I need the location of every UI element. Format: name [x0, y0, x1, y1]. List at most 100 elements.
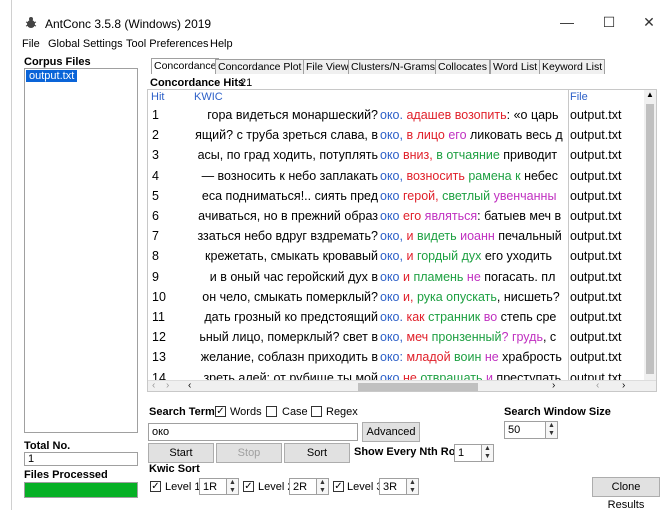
- kwic-right-context: око герой, светлый увенчанны: [380, 185, 566, 207]
- tab-clusters-ngrams[interactable]: Clusters/N-Grams: [348, 59, 439, 74]
- minimize-button[interactable]: —: [552, 12, 582, 32]
- vertical-scrollbar[interactable]: ▲: [644, 90, 656, 380]
- keyword-hit[interactable]: око,: [380, 169, 403, 183]
- scroll-left-icon[interactable]: ‹: [152, 380, 155, 391]
- keyword-hit[interactable]: око: [380, 290, 400, 304]
- file-name-cell: output.txt: [570, 350, 622, 365]
- context-segment: воин: [450, 350, 482, 365]
- table-row[interactable]: 11 дать грозный ко предстоящий око. как ст…: [148, 306, 646, 328]
- keyword-hit[interactable]: око,: [380, 229, 403, 243]
- kwic-right-context: око его являться: батыев меч в: [380, 205, 566, 227]
- concordance-table[interactable]: Hit KWIC File 1 гора видеться монаршеский…: [147, 89, 657, 392]
- keyword-hit[interactable]: око,: [380, 330, 403, 344]
- horizontal-scrollbar[interactable]: ‹ › ‹ › ‹ ›: [148, 380, 656, 391]
- search-window-size-value: 50: [508, 424, 521, 436]
- kwic-scroll-left-icon[interactable]: ‹: [188, 380, 191, 391]
- corpus-file-list[interactable]: output.txt: [24, 68, 138, 433]
- search-window-size-input[interactable]: 50 ▲ ▼: [504, 421, 558, 439]
- kwic-right-context: око и пламень не погасать. пл: [380, 266, 566, 288]
- keyword-hit[interactable]: око.: [380, 310, 403, 324]
- maximize-button[interactable]: ☐: [594, 12, 624, 32]
- keyword-hit[interactable]: око: [380, 189, 400, 203]
- corpus-file-item[interactable]: output.txt: [26, 70, 78, 82]
- table-row[interactable]: 1 гора видеться монаршеский? око. адашев в…: [148, 104, 646, 126]
- level-2-value: 2R: [293, 481, 308, 493]
- menu-help[interactable]: Help: [210, 38, 233, 50]
- column-header-kwic[interactable]: KWIC: [194, 91, 223, 103]
- case-checkbox[interactable]: [266, 406, 277, 417]
- table-row[interactable]: 3 асы, по град ходить, потуплять око вниз,…: [148, 144, 646, 166]
- total-no-value: 1: [24, 452, 138, 466]
- table-row[interactable]: 12 ьный лицо, померклый? свет в око, меч п…: [148, 326, 646, 348]
- search-term-input[interactable]: око: [148, 423, 358, 441]
- level-1-value: 1R: [203, 481, 218, 493]
- horizontal-scroll-thumb[interactable]: [358, 383, 478, 391]
- close-button[interactable]: ✕: [634, 12, 664, 32]
- kwic-right-context: око, и видеть иоанн печальный: [380, 225, 566, 247]
- tab-concordance-plot[interactable]: Concordance Plot: [215, 59, 305, 74]
- left-context-text: ьный лицо, померклый? свет в: [199, 330, 378, 345]
- context-segment: : «о царь: [506, 108, 559, 122]
- keyword-hit[interactable]: око,: [380, 128, 403, 142]
- menu-tool-preferences[interactable]: Tool Preferences: [126, 38, 209, 50]
- level-3-checkbox[interactable]: ✓: [333, 481, 344, 492]
- words-checkbox[interactable]: ✓: [215, 406, 226, 417]
- table-row[interactable]: 4 — возносить к небо заплакать око, вознос…: [148, 165, 646, 187]
- keyword-hit[interactable]: око: [380, 270, 400, 284]
- tab-collocates[interactable]: Collocates: [435, 59, 491, 74]
- kwic-left-context: дать грозный ко предстоящий: [194, 306, 378, 328]
- left-context-text: гора видеться монаршеский?: [207, 108, 378, 122]
- file-scroll-right-icon[interactable]: ›: [622, 380, 625, 391]
- keyword-hit[interactable]: око: [380, 209, 400, 223]
- scroll-up-icon[interactable]: ▲: [646, 90, 654, 99]
- menu-global-settings[interactable]: Global Settings: [48, 38, 123, 50]
- table-row[interactable]: 7 ззаться небо вдруг вздремать? око, и вид…: [148, 225, 646, 247]
- table-row[interactable]: 10 он чело, смыкать померклый? око и, рука…: [148, 286, 646, 308]
- context-segment: его: [403, 209, 422, 223]
- regex-checkbox[interactable]: [311, 406, 322, 417]
- kwic-left-context: гора видеться монаршеский?: [194, 104, 378, 126]
- file-scroll-left-icon[interactable]: ‹: [596, 380, 599, 391]
- level-1-stepper-icon[interactable]: ▲ ▼: [226, 479, 238, 494]
- hit-number: 7: [152, 229, 159, 244]
- start-button[interactable]: Start: [148, 443, 214, 463]
- tab-file-view[interactable]: File View: [303, 59, 352, 74]
- left-context-text: он чело, смыкать померклый?: [202, 289, 378, 304]
- menu-file[interactable]: File: [22, 38, 40, 50]
- level-1-select[interactable]: 1R ▲ ▼: [199, 478, 239, 495]
- advanced-button[interactable]: Advanced: [362, 422, 420, 442]
- stop-button[interactable]: Stop: [216, 443, 282, 463]
- tab-word-list[interactable]: Word List: [490, 59, 541, 74]
- context-segment: не: [481, 350, 499, 365]
- tab-keyword-list[interactable]: Keyword List: [539, 59, 606, 74]
- vertical-scroll-thumb[interactable]: [646, 104, 654, 374]
- nth-row-stepper-icon[interactable]: ▲ ▼: [481, 445, 493, 461]
- level-2-stepper-icon[interactable]: ▲ ▼: [316, 479, 328, 494]
- column-header-file[interactable]: File: [570, 91, 588, 103]
- table-row[interactable]: 5 еса подниматься!.. сиять пред око герой,…: [148, 185, 646, 207]
- nth-row-input[interactable]: 1 ▲ ▼: [454, 444, 494, 462]
- table-row[interactable]: 13 желание, соблазн приходить в око: младо…: [148, 346, 646, 368]
- table-row[interactable]: 9 и в оный час геройский дух в око и пламе…: [148, 266, 646, 288]
- file-name-cell: output.txt: [570, 108, 622, 122]
- level-2-checkbox[interactable]: ✓: [243, 481, 254, 492]
- clone-results-button[interactable]: Clone Results: [592, 477, 660, 511]
- kwic-scroll-right-icon[interactable]: ›: [552, 380, 555, 391]
- keyword-hit[interactable]: око: [380, 148, 400, 162]
- window-size-stepper-icon[interactable]: ▲ ▼: [545, 422, 557, 438]
- table-row[interactable]: 2 ящий? с труба зреться слава, в око, в ли…: [148, 124, 646, 146]
- level-2-select[interactable]: 2R ▲ ▼: [289, 478, 329, 495]
- level-3-stepper-icon[interactable]: ▲ ▼: [406, 479, 418, 494]
- tab-concordance[interactable]: Concordance: [151, 58, 220, 74]
- table-row[interactable]: 6 ачиваться, но в прежний образ око его яв…: [148, 205, 646, 227]
- keyword-hit[interactable]: око.: [380, 108, 403, 122]
- table-row[interactable]: 8 крежетать, смыкать кровавый око, и горды…: [148, 245, 646, 267]
- scroll-right-icon[interactable]: ›: [166, 380, 169, 391]
- level-3-select[interactable]: 3R ▲ ▼: [379, 478, 419, 495]
- keyword-hit[interactable]: око:: [380, 350, 403, 364]
- kwic-left-context: ящий? с труба зреться слава, в: [194, 124, 378, 146]
- sort-button[interactable]: Sort: [284, 443, 350, 463]
- keyword-hit[interactable]: око,: [380, 249, 403, 263]
- level-1-checkbox[interactable]: ✓: [150, 481, 161, 492]
- column-header-hit[interactable]: Hit: [151, 91, 164, 103]
